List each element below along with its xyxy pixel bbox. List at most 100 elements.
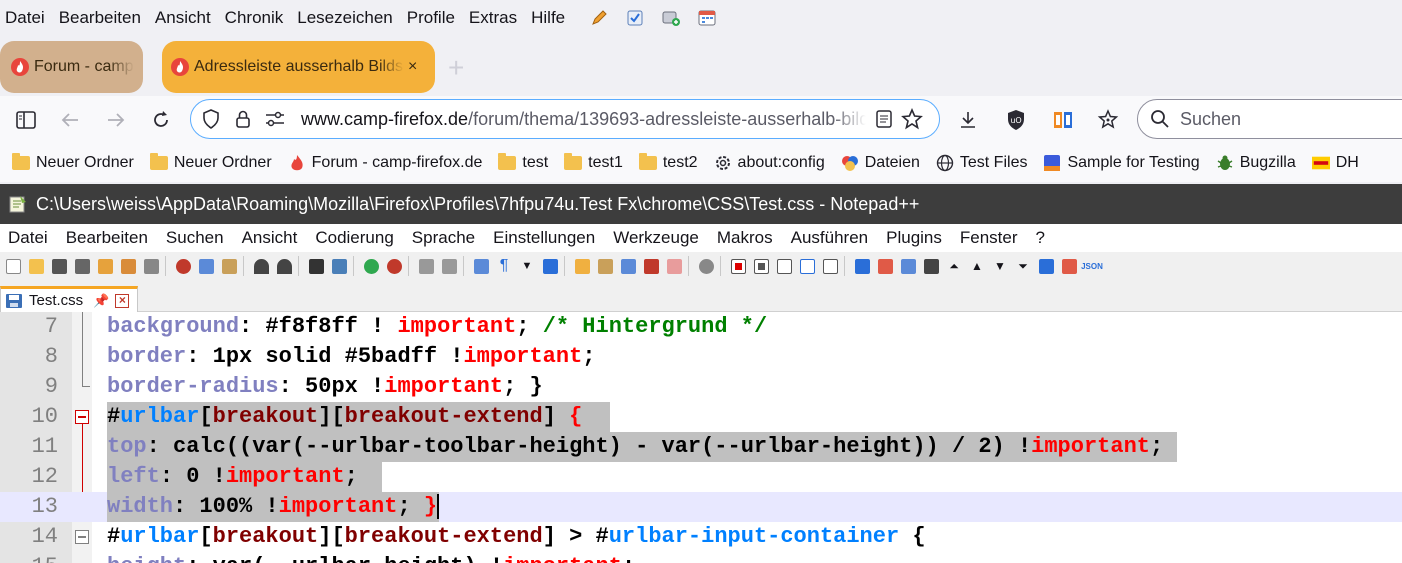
bookmark-item[interactable]: Neuer Ordner [149,153,272,172]
bookmark-item[interactable]: Test Files [936,154,1027,172]
plugin-icon-8[interactable] [1059,256,1079,276]
bookmark-item[interactable]: test1 [564,153,623,172]
redo-icon[interactable] [274,256,294,276]
back-icon[interactable] [58,108,82,132]
folder-workspace-icon[interactable] [664,256,684,276]
permissions-icon[interactable] [263,107,287,131]
bookmark-star-icon[interactable] [900,107,924,131]
menu-ansicht[interactable]: Ansicht [150,8,220,28]
reload-icon[interactable] [149,108,173,132]
bookmark-item[interactable]: test [498,153,548,172]
tab-forum[interactable]: Forum - camp-firefox.de [0,41,143,93]
shield-icon[interactable] [199,107,223,131]
plugin-icon-7[interactable] [1036,256,1056,276]
undo-icon[interactable] [251,256,271,276]
code-line[interactable]: 11 top: calc((var(--urlbar-toolbar-heigh… [0,432,1402,462]
bookmark-item[interactable]: Sample for Testing [1043,154,1200,172]
find-icon[interactable] [306,256,326,276]
np-menu-help[interactable]: ? [1036,228,1045,248]
np-menu-ausfuehren[interactable]: Ausführen [791,228,869,248]
sidebar-icon[interactable] [14,108,38,132]
plugin-icon-4[interactable] [921,256,941,276]
sync-vertical-icon[interactable] [416,256,436,276]
np-menu-einstellungen[interactable]: Einstellungen [493,228,595,248]
plugin-icon-1[interactable] [852,256,872,276]
pencil-icon[interactable] [588,8,610,28]
code-line[interactable]: 7 background: #f8f8ff ! important; /* Hi… [0,312,1402,342]
search-input[interactable]: Suchen [1137,99,1402,139]
code-line[interactable]: 9 border-radius: 50px !important; } [0,372,1402,402]
bookmark-item[interactable]: about:config [714,154,825,172]
save-all-icon[interactable] [72,256,92,276]
np-menu-datei[interactable]: Datei [8,228,48,248]
tab-adressleiste[interactable]: Adressleiste ausserhalb Bildschirm × [162,41,435,93]
dropdown-arrow-icon[interactable]: ▼ [517,256,537,276]
paste-icon[interactable] [219,256,239,276]
new-file-icon[interactable] [3,256,23,276]
bookmark-item[interactable]: test2 [638,153,698,172]
fold-toggle-icon[interactable] [75,410,89,424]
url-bar[interactable]: www.camp-firefox.de/forum/thema/139693-a… [190,99,940,139]
calendar-icon[interactable] [696,8,718,28]
code-line-current[interactable]: 13 width: 100% !important; } [0,492,1402,522]
ublock-icon[interactable]: uO [1004,108,1028,132]
screenshot-add-icon[interactable] [660,8,682,28]
menu-lesezeichen[interactable]: Lesezeichen [292,8,401,28]
cut-icon[interactable] [173,256,193,276]
word-wrap-icon[interactable] [471,256,491,276]
menu-bearbeiten[interactable]: Bearbeiten [54,8,150,28]
np-menu-bearbeiten[interactable]: Bearbeiten [66,228,148,248]
move-up-icon[interactable]: ▲ [967,256,987,276]
bookmark-item[interactable]: Neuer Ordner [12,153,134,172]
code-editor[interactable]: 7 background: #f8f8ff ! important; /* Hi… [0,312,1402,563]
save-icon[interactable] [49,256,69,276]
plugin-icon-6[interactable]: ⏷ [1013,256,1033,276]
menu-extras[interactable]: Extras [464,8,526,28]
code-line[interactable]: 12 left: 0 !important; [0,462,1402,492]
code-line[interactable]: 15 height: var(--urlbar-height) !importa… [0,552,1402,563]
udl-icon[interactable] [572,256,592,276]
code-line[interactable]: 8 border: 1px solid #5badff !important; [0,342,1402,372]
np-menu-sprache[interactable]: Sprache [412,228,475,248]
stop-macro-icon[interactable] [751,256,771,276]
np-menu-codierung[interactable]: Codierung [315,228,393,248]
plugin-icon-3[interactable] [898,256,918,276]
menu-hilfe[interactable]: Hilfe [526,8,574,28]
np-menu-makros[interactable]: Makros [717,228,773,248]
bookmark-item[interactable]: DH [1311,154,1359,172]
save-macro-icon[interactable] [820,256,840,276]
open-file-icon[interactable] [26,256,46,276]
copy-icon[interactable] [196,256,216,276]
bookmark-item[interactable]: Bugzilla [1216,154,1296,172]
sync-horizontal-icon[interactable] [439,256,459,276]
pin-icon[interactable]: 📌 [93,293,109,309]
url-text[interactable]: www.camp-firefox.de/forum/thema/139693-a… [301,109,866,130]
fold-toggle-icon[interactable] [75,530,89,544]
plugin-icon-2[interactable] [875,256,895,276]
np-menu-werkzeuge[interactable]: Werkzeuge [613,228,699,248]
np-menu-suchen[interactable]: Suchen [166,228,224,248]
tab-test-css[interactable]: Test.css 📌 × [0,286,138,312]
extension-icon[interactable] [1051,108,1075,132]
zoom-out-icon[interactable] [384,256,404,276]
close-all-icon[interactable] [118,256,138,276]
menu-chronik[interactable]: Chronik [220,8,293,28]
menu-datei[interactable]: Datei [0,8,54,28]
replace-icon[interactable] [329,256,349,276]
close-tab-icon[interactable]: × [115,293,130,308]
lock-icon[interactable] [231,107,255,131]
doc-map-icon[interactable] [595,256,615,276]
np-menu-fenster[interactable]: Fenster [960,228,1018,248]
code-line[interactable]: 14 #urlbar[breakout][breakout-extend] > … [0,522,1402,552]
code-line[interactable]: 10 #urlbar[breakout][breakout-extend] { [0,402,1402,432]
record-macro-icon[interactable] [728,256,748,276]
play-macro-icon[interactable] [774,256,794,276]
json-icon[interactable]: JSON [1081,256,1103,276]
close-file-icon[interactable] [95,256,115,276]
bookmark-item[interactable]: Forum - camp-firefox.de [288,154,482,172]
extensions-puzzle-icon[interactable] [1096,108,1120,132]
monitoring-icon[interactable] [696,256,716,276]
doc-list-icon[interactable] [618,256,638,276]
download-icon[interactable] [956,108,980,132]
forward-icon[interactable] [104,108,128,132]
